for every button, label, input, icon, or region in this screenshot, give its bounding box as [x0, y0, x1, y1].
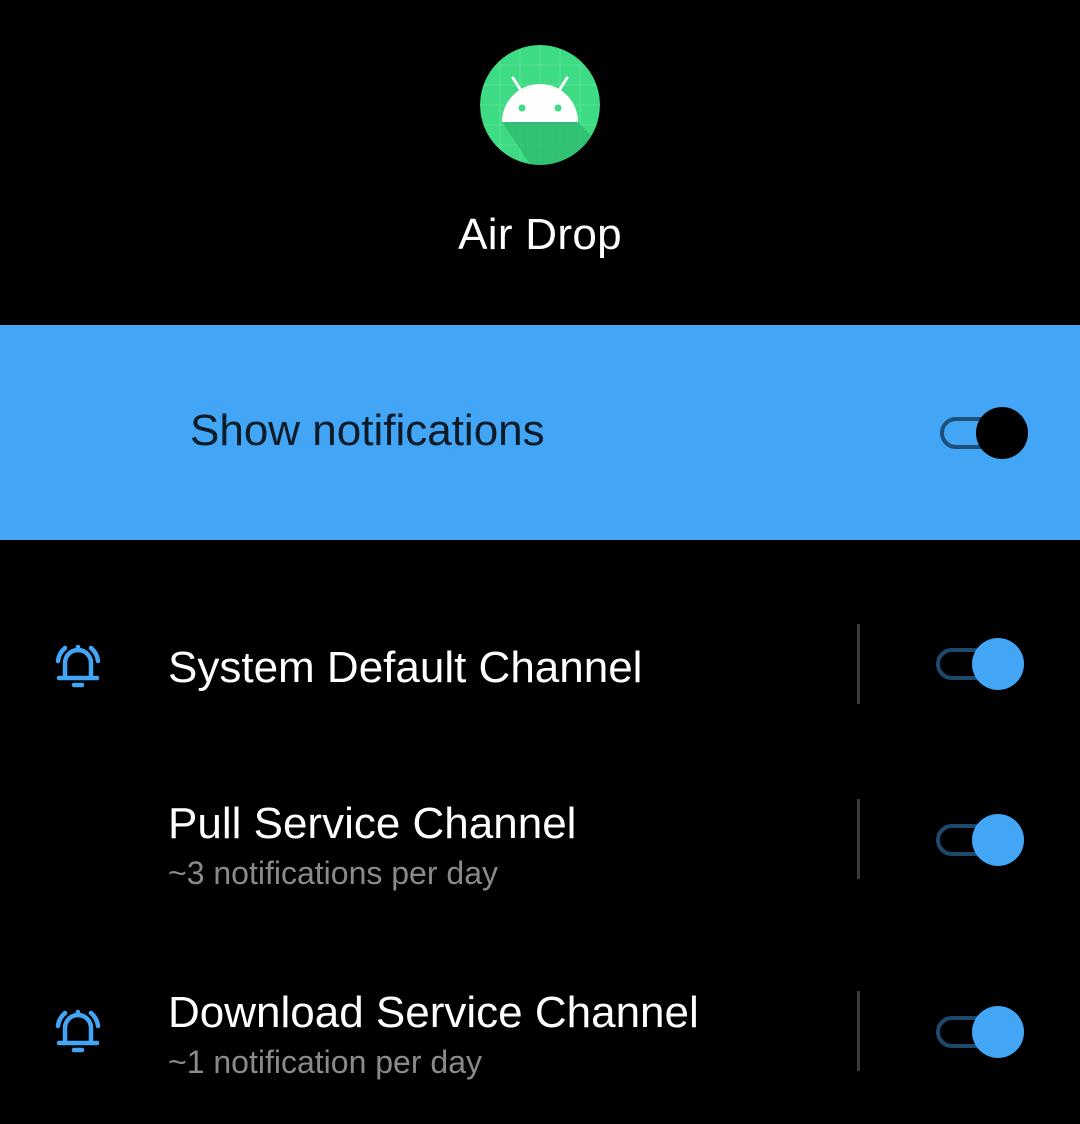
channel-title: Pull Service Channel [168, 799, 577, 848]
bell-ringing-icon [48, 1000, 108, 1060]
channel-switch-download-service[interactable] [936, 1004, 1026, 1060]
show-notifications-switch[interactable] [940, 405, 1030, 461]
channel-title: Download Service Channel [168, 988, 699, 1037]
notification-settings-screen: Air Drop Show notifications System Defau… [0, 0, 1080, 1124]
android-robot-icon [480, 45, 600, 165]
divider [857, 624, 860, 704]
divider [857, 991, 860, 1071]
channel-row-pull-service[interactable]: Pull Service Channel ~3 notifications pe… [0, 775, 1080, 905]
channel-row-system-default[interactable]: System Default Channel [0, 600, 1080, 730]
switch-thumb [972, 638, 1024, 690]
bell-ringing-icon [48, 635, 108, 695]
channel-switch-system-default[interactable] [936, 636, 1026, 692]
channel-row-download-service[interactable]: Download Service Channel ~1 notification… [0, 965, 1080, 1095]
switch-thumb [972, 814, 1024, 866]
app-title: Air Drop [458, 210, 622, 259]
switch-thumb [972, 1006, 1024, 1058]
show-notifications-row[interactable]: Show notifications [0, 325, 1080, 540]
app-header: Air Drop [0, 0, 1080, 325]
channel-title: System Default Channel [168, 643, 643, 692]
show-notifications-label: Show notifications [190, 406, 545, 455]
channel-frequency: ~3 notifications per day [168, 855, 498, 891]
switch-thumb [976, 407, 1028, 459]
channel-switch-pull-service[interactable] [936, 812, 1026, 868]
divider [857, 799, 860, 879]
channel-frequency: ~1 notification per day [168, 1044, 482, 1080]
